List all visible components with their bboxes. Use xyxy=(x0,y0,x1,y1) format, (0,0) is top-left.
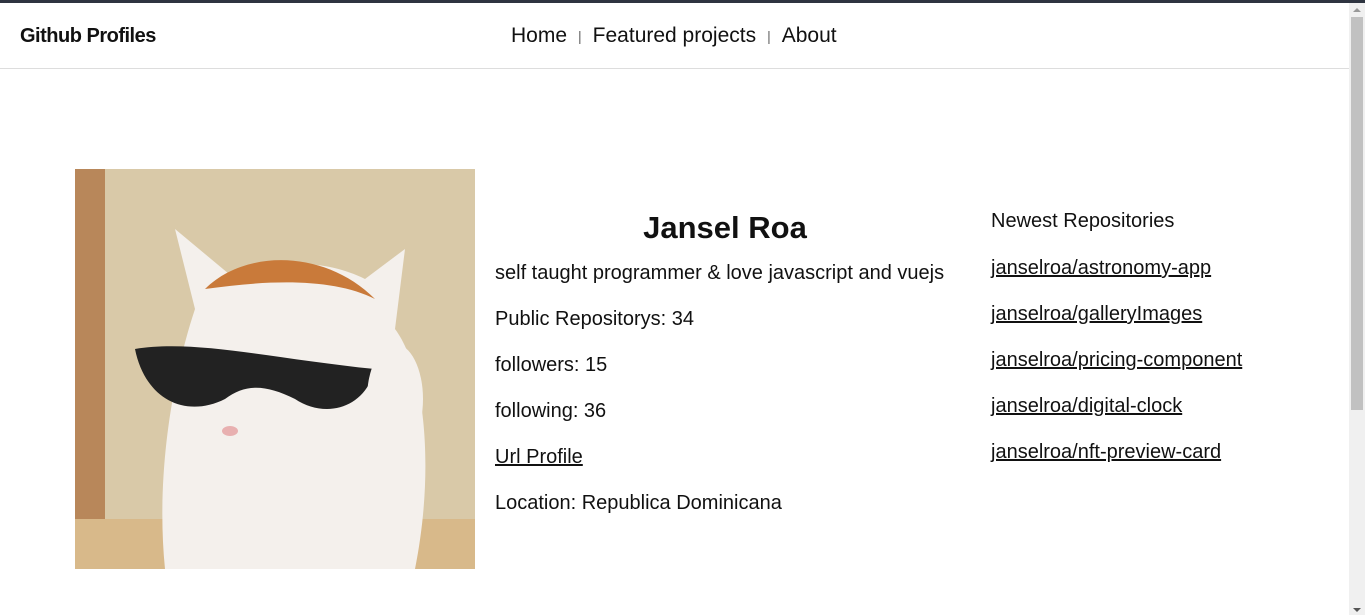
following: following: 36 xyxy=(495,400,607,422)
repo-link[interactable]: janselroa/pricing-component xyxy=(991,349,1242,395)
nav-home[interactable]: Home xyxy=(511,24,567,48)
repos-title: Newest Repositories xyxy=(991,210,1175,232)
brand[interactable]: Github Profiles xyxy=(20,25,156,48)
location: Location: Republica Dominicana xyxy=(495,492,782,514)
scroll-up-arrow-icon[interactable] xyxy=(1353,8,1361,12)
navbar: Github Profiles Home | Featured projects… xyxy=(0,3,1349,69)
repo-link[interactable]: janselroa/digital-clock xyxy=(991,395,1242,441)
profile-bio: self taught programmer & love javascript… xyxy=(495,262,945,284)
profile-info: Jansel Roa self taught programmer & love… xyxy=(495,210,955,538)
repo-link[interactable]: janselroa/astronomy-app xyxy=(991,257,1242,303)
nav-menu: Home | Featured projects | About xyxy=(511,24,837,48)
nav-separator: | xyxy=(578,28,582,44)
nav-separator: | xyxy=(767,28,771,44)
repo-link[interactable]: janselroa/galleryImages xyxy=(991,303,1242,349)
repo-link[interactable]: janselroa/nft-preview-card xyxy=(991,441,1242,487)
nav-about[interactable]: About xyxy=(782,24,837,48)
newest-repositories: Newest Repositories janselroa/astronomy-… xyxy=(991,210,1242,487)
scroll-down-arrow-icon[interactable] xyxy=(1353,608,1361,612)
profile-url-link[interactable]: Url Profile xyxy=(495,446,583,468)
public-repos: Public Repositorys: 34 xyxy=(495,308,694,330)
profile-name: Jansel Roa xyxy=(643,210,807,245)
scrollbar-thumb[interactable] xyxy=(1351,17,1363,410)
nav-featured-projects[interactable]: Featured projects xyxy=(593,24,756,48)
followers: followers: 15 xyxy=(495,354,608,376)
scrollbar[interactable] xyxy=(1349,3,1365,615)
avatar xyxy=(75,169,475,569)
